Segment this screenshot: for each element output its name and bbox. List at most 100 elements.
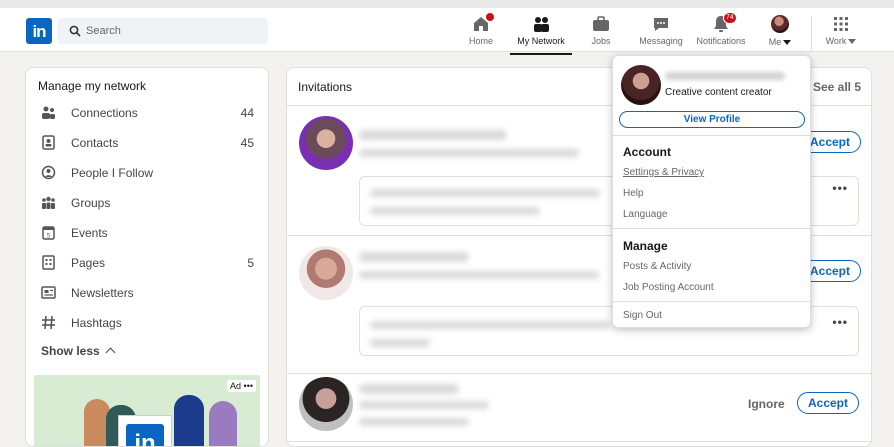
chevron-up-icon <box>105 347 116 358</box>
search-icon <box>69 25 81 37</box>
search-input[interactable] <box>86 18 256 44</box>
settings-privacy-link[interactable]: Settings & Privacy <box>623 167 704 178</box>
me-dropdown-menu: Creative content creator View Profile Ac… <box>612 55 812 328</box>
sidebar-item-pages[interactable]: Pages 5 <box>38 253 258 273</box>
language-link[interactable]: Language <box>623 209 668 220</box>
contacts-icon <box>42 135 55 150</box>
nav-network-label: My Network <box>517 36 565 46</box>
nav-divider <box>811 16 812 52</box>
invitation-avatar[interactable] <box>299 116 353 170</box>
hashtag-icon <box>42 315 55 330</box>
sidebar-item-label: People I Follow <box>71 166 154 180</box>
blurred-headline <box>359 401 489 409</box>
notifications-count-badge: 74 <box>723 12 737 24</box>
invitations-title: Invitations <box>298 80 353 94</box>
sidebar-item-label: Connections <box>71 106 138 120</box>
sidebar-item-newsletters[interactable]: Newsletters <box>38 283 258 303</box>
blurred-subline <box>359 418 469 426</box>
menu-divider <box>613 228 812 229</box>
sidebar-item-people-i-follow[interactable]: People I Follow <box>38 163 258 183</box>
view-profile-button[interactable]: View Profile <box>619 111 805 128</box>
job-posting-account-link[interactable]: Job Posting Account <box>623 282 714 293</box>
profile-avatar[interactable] <box>621 65 661 105</box>
sidebar-item-label: Hashtags <box>71 316 122 330</box>
posts-activity-link[interactable]: Posts & Activity <box>623 261 691 272</box>
sidebar-item-hashtags[interactable]: Hashtags <box>38 313 258 333</box>
nav-work[interactable]: Work <box>820 14 862 52</box>
nav-me[interactable]: Me <box>762 14 798 52</box>
sidebar-item-count: 5 <box>247 256 254 270</box>
invitation-avatar[interactable] <box>299 377 353 431</box>
nav-notifications-label: Notifications <box>696 36 746 46</box>
nav-work-label: Work <box>825 36 847 46</box>
search-box[interactable] <box>58 18 268 44</box>
invitation-avatar[interactable] <box>299 246 353 300</box>
blurred-name <box>359 130 507 140</box>
sidebar-item-label: Pages <box>71 256 106 270</box>
sidebar-item-events[interactable]: 5 Events <box>38 223 258 243</box>
manage-network-title: Manage my network <box>38 79 147 93</box>
sidebar-item-label: Newsletters <box>71 286 134 300</box>
nav-home-label: Home <box>468 36 493 46</box>
nav-jobs-label: Jobs <box>591 36 611 46</box>
briefcase-icon <box>591 14 611 34</box>
blurred-headline <box>359 271 599 279</box>
ignore-button[interactable]: Ignore <box>748 397 785 411</box>
nav-home[interactable]: Home <box>463 12 499 52</box>
account-section-title: Account <box>623 145 671 159</box>
sidebar-item-groups[interactable]: Groups <box>38 193 258 213</box>
me-avatar <box>770 15 790 35</box>
blurred-profile-name <box>665 72 785 80</box>
nav-notifications[interactable]: 74 Notifications <box>692 12 750 52</box>
chevron-down-icon <box>848 39 857 45</box>
bell-icon: 74 <box>711 12 737 34</box>
ad-illustration-person <box>209 401 237 446</box>
follow-icon <box>41 165 56 180</box>
grid-icon <box>831 14 851 34</box>
nav-my-network[interactable]: My Network <box>510 14 572 55</box>
browser-top-strip <box>0 0 894 8</box>
menu-divider <box>613 301 812 302</box>
sidebar-item-contacts[interactable]: Contacts 45 <box>38 133 258 153</box>
ad-illustration-person <box>174 395 204 446</box>
sidebar-item-connections[interactable]: Connections 44 <box>38 103 258 123</box>
nav-jobs[interactable]: Jobs <box>585 14 617 52</box>
nav-messaging-label: Messaging <box>639 36 683 46</box>
chat-icon <box>651 14 671 34</box>
nav-messaging[interactable]: Messaging <box>636 14 686 52</box>
newsletter-icon <box>41 286 56 299</box>
calendar-icon: 5 <box>42 226 55 240</box>
blurred-headline <box>359 149 579 157</box>
people-icon <box>531 14 551 34</box>
ad-linkedin-logo: in <box>118 415 172 446</box>
sign-out-link[interactable]: Sign Out <box>623 310 662 321</box>
linkedin-logo[interactable]: in <box>26 18 52 44</box>
ad-label[interactable]: Ad ••• <box>227 380 256 392</box>
see-all-link[interactable]: See all 5 <box>813 80 861 94</box>
sidebar-ad[interactable]: Ad ••• in <box>34 375 260 446</box>
sidebar-item-count: 44 <box>240 106 254 120</box>
invitation-row: Ignore Accept <box>287 374 871 442</box>
home-notification-dot <box>485 12 495 22</box>
ad-label-text: Ad <box>230 381 242 391</box>
groups-icon <box>42 196 55 209</box>
home-icon <box>471 12 495 34</box>
manage-network-card: Manage my network Connections 44 Contact… <box>25 67 269 447</box>
sidebar-item-label: Events <box>71 226 108 240</box>
more-options-icon[interactable]: ••• <box>832 315 848 329</box>
help-link[interactable]: Help <box>623 188 644 199</box>
menu-divider <box>613 135 812 136</box>
show-less-toggle[interactable]: Show less <box>41 344 116 358</box>
more-options-icon[interactable]: ••• <box>832 181 848 195</box>
nav-me-label: Me <box>768 37 782 47</box>
manage-section-title: Manage <box>623 239 668 253</box>
blurred-name <box>359 384 459 394</box>
connections-icon <box>42 106 55 119</box>
show-less-label: Show less <box>41 344 100 358</box>
top-navbar: in Home My Network Jobs Messaging 74 <box>0 8 894 55</box>
ad-logo-mark: in <box>126 424 164 446</box>
sidebar-item-count: 45 <box>240 136 254 150</box>
pages-icon <box>42 255 55 270</box>
accept-button[interactable]: Accept <box>797 392 859 414</box>
sidebar-item-label: Contacts <box>71 136 119 150</box>
